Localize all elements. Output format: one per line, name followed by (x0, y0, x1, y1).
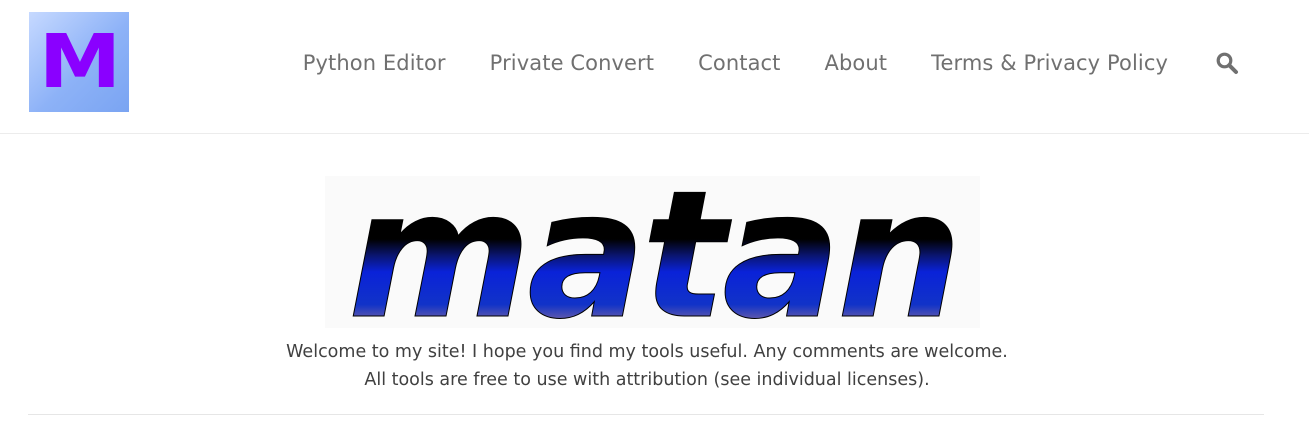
nav-link-python-editor[interactable]: Python Editor (303, 51, 446, 75)
site-logo[interactable]: M (29, 12, 129, 112)
logo-letter: M (38, 19, 121, 105)
wordmark-image: matan (325, 153, 980, 359)
hero-wordmark: matan (325, 153, 985, 359)
search-button[interactable] (1214, 50, 1240, 76)
content-divider (28, 414, 1264, 415)
search-icon (1216, 52, 1238, 74)
nav-link-terms-privacy[interactable]: Terms & Privacy Policy (931, 51, 1168, 75)
wordmark-text: matan (348, 160, 958, 330)
nav-link-contact[interactable]: Contact (698, 51, 780, 75)
main-nav: Python Editor Private Convert Contact Ab… (303, 44, 1240, 82)
welcome-text: Welcome to my site! I hope you find my t… (286, 342, 1008, 390)
nav-link-about[interactable]: About (825, 51, 888, 75)
site-header: M Python Editor Private Convert Contact … (0, 0, 1309, 134)
nav-link-private-convert[interactable]: Private Convert (490, 51, 654, 75)
